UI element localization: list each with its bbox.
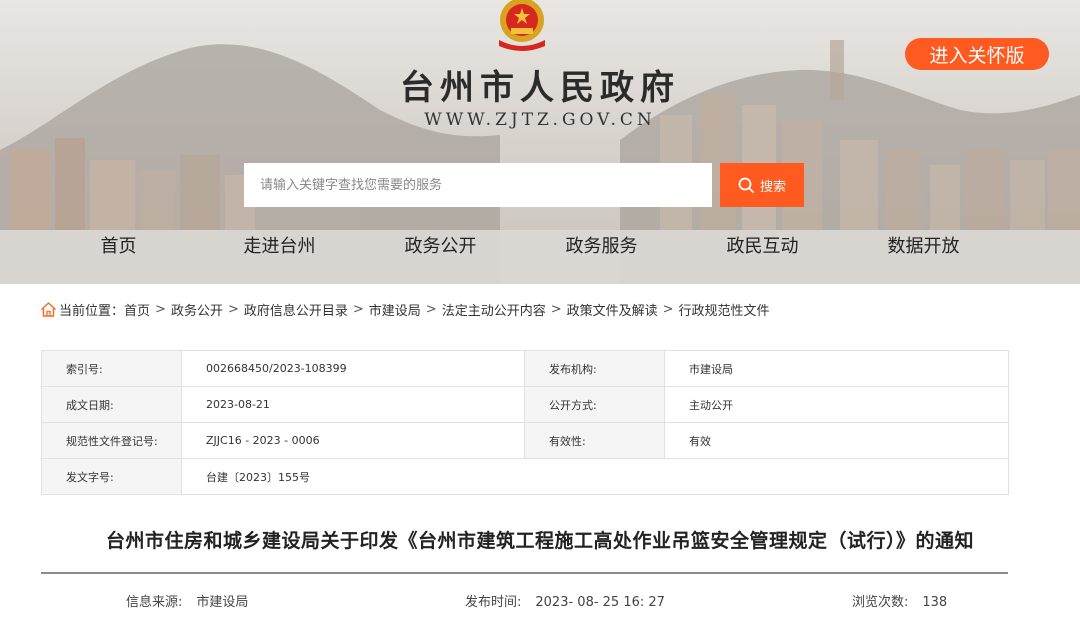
date-label: 成文日期: <box>41 386 182 423</box>
home-icon <box>40 301 57 317</box>
nav-item-interaction[interactable]: 政民互动 <box>682 234 843 260</box>
national-emblem-icon <box>499 0 545 51</box>
search-input[interactable] <box>244 163 712 207</box>
search-icon <box>738 177 754 193</box>
breadcrumb-item-info-catalog[interactable]: 政府信息公开目录 <box>244 300 348 319</box>
validity-value: 有效 <box>664 422 1009 459</box>
publish-time-label: 发布时间: <box>465 595 522 610</box>
view-count-label: 浏览次数: <box>852 595 909 610</box>
registration-label: 规范性文件登记号: <box>41 422 182 459</box>
breadcrumb-item-statutory-content[interactable]: 法定主动公开内容 <box>442 300 546 319</box>
info-source: 信息来源: 市建设局 <box>126 591 248 610</box>
breadcrumb-prefix: 当前位置： <box>59 303 125 319</box>
registration-value: ZJJC16 - 2023 - 0006 <box>181 422 525 459</box>
source-value: 市建设局 <box>196 595 249 610</box>
site-url: WWW.ZJTZ.GOV.CN <box>424 110 656 130</box>
breadcrumb-item-construction-bureau[interactable]: 市建设局 <box>369 300 421 319</box>
breadcrumb-separator: > <box>352 301 364 317</box>
doc-number-label: 发文字号: <box>41 458 182 495</box>
publisher-value: 市建设局 <box>664 350 1009 387</box>
document-title: 台州市住房和城乡建设局关于印发《台州市建筑工程施工高处作业吊篮安全管理规定（试行… <box>105 530 974 552</box>
header-banner: 台州市人民政府 WWW.ZJTZ.GOV.CN 进入关怀版 搜索 首页 走进台州… <box>0 0 1080 284</box>
table-row: 发文字号: 台建〔2023〕155号 <box>41 458 1009 495</box>
main-nav: 首页 走进台州 政务公开 政务服务 政民互动 数据开放 <box>38 234 1004 260</box>
doc-number-value: 台建〔2023〕155号 <box>181 458 1009 495</box>
view-count-value: 138 <box>922 595 948 610</box>
document-meta-table: 索引号: 002668450/2023-108399 发布机构: 市建设局 成文… <box>41 350 1009 495</box>
breadcrumb-separator: > <box>662 301 674 317</box>
breadcrumb-separator: > <box>227 301 239 317</box>
validity-label: 有效性: <box>524 422 665 459</box>
disclosure-value: 主动公开 <box>664 386 1009 423</box>
info-view-count: 浏览次数: 138 <box>852 591 947 610</box>
info-publish-time: 发布时间: 2023- 08- 25 16: 27 <box>465 591 665 610</box>
nav-item-gov-services[interactable]: 政务服务 <box>521 234 682 260</box>
breadcrumb-separator: > <box>425 301 437 317</box>
breadcrumb: 当前位置： 首页 > 政务公开 > 政府信息公开目录 > 市建设局 > 法定主动… <box>40 300 770 319</box>
care-mode-button[interactable]: 进入关怀版 <box>905 38 1049 70</box>
table-row: 规范性文件登记号: ZJJC16 - 2023 - 0006 有效性: 有效 <box>41 422 1009 459</box>
breadcrumb-separator: > <box>550 301 562 317</box>
search-button[interactable]: 搜索 <box>720 163 804 207</box>
nav-item-about-taizhou[interactable]: 走进台州 <box>199 234 360 260</box>
breadcrumb-separator: > <box>155 301 166 317</box>
publisher-label: 发布机构: <box>524 350 665 387</box>
nav-item-gov-affairs-disclosure[interactable]: 政务公开 <box>360 234 521 260</box>
title-divider <box>41 572 1008 574</box>
breadcrumb-item-policy-docs[interactable]: 政策文件及解读 <box>567 300 658 319</box>
breadcrumb-item-home[interactable]: 首页 <box>124 300 150 319</box>
source-label: 信息来源: <box>126 595 183 610</box>
publish-time-value: 2023- 08- 25 16: 27 <box>535 595 665 610</box>
table-row: 索引号: 002668450/2023-108399 发布机构: 市建设局 <box>41 350 1009 387</box>
breadcrumb-item-gov-affairs[interactable]: 政务公开 <box>171 300 223 319</box>
index-label: 索引号: <box>41 350 182 387</box>
nav-item-open-data[interactable]: 数据开放 <box>843 234 1004 260</box>
table-row: 成文日期: 2023-08-21 公开方式: 主动公开 <box>41 386 1009 423</box>
index-value: 002668450/2023-108399 <box>181 350 525 387</box>
date-value: 2023-08-21 <box>181 386 525 423</box>
search-button-label: 搜索 <box>759 179 786 195</box>
nav-item-home[interactable]: 首页 <box>38 234 199 260</box>
disclosure-label: 公开方式: <box>524 386 665 423</box>
breadcrumb-item-normative-docs[interactable]: 行政规范性文件 <box>679 300 770 319</box>
